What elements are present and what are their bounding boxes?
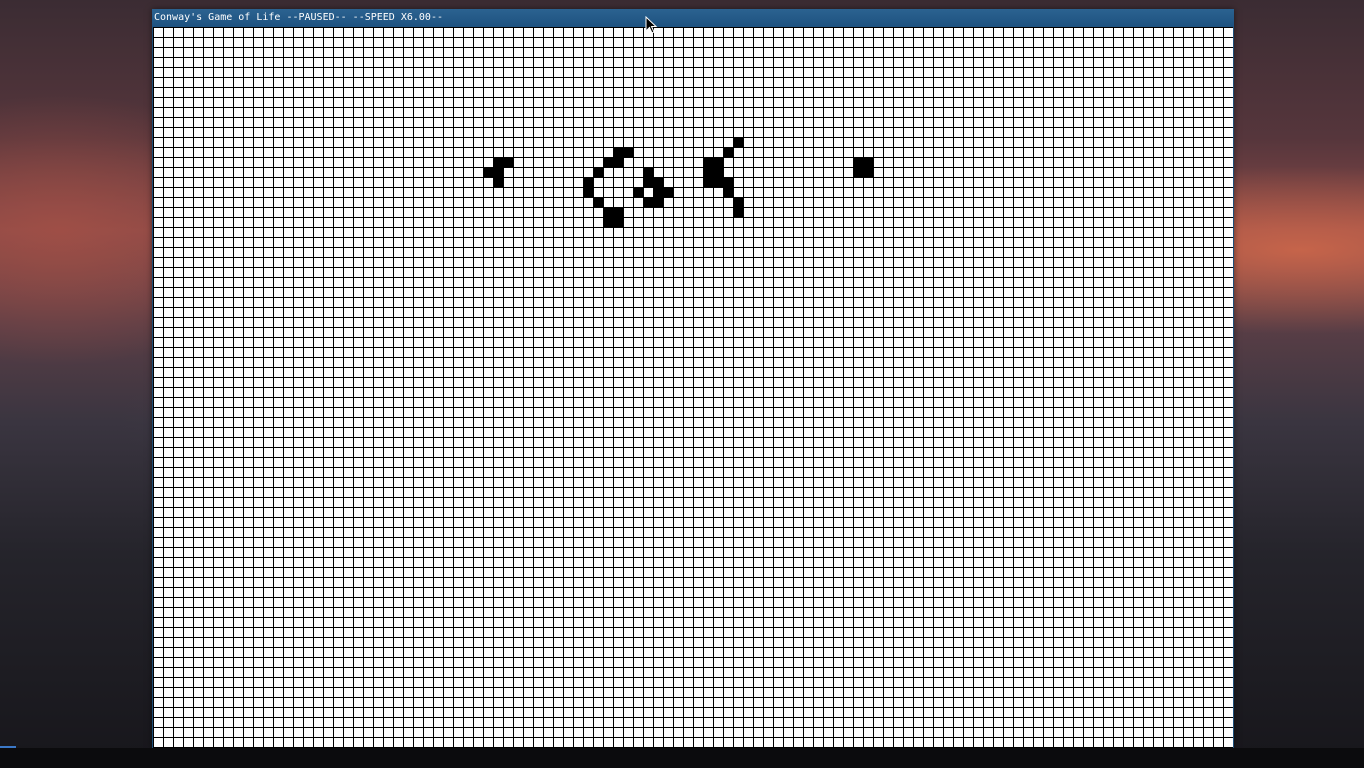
alive-cell[interactable] — [643, 177, 653, 187]
alive-cell[interactable] — [703, 167, 713, 177]
alive-cell[interactable] — [713, 177, 723, 187]
alive-cell[interactable] — [723, 187, 733, 197]
alive-cell[interactable] — [613, 157, 623, 167]
alive-cell[interactable] — [603, 207, 613, 217]
alive-cell[interactable] — [493, 157, 503, 167]
alive-cell[interactable] — [623, 147, 633, 157]
alive-cell[interactable] — [853, 167, 863, 177]
alive-cell[interactable] — [483, 167, 493, 177]
alive-cell[interactable] — [863, 157, 873, 167]
alive-cell[interactable] — [713, 167, 723, 177]
alive-cell[interactable] — [633, 187, 643, 197]
alive-cell[interactable] — [583, 177, 593, 187]
alive-cell[interactable] — [593, 167, 603, 177]
mouse-cursor-icon — [645, 16, 658, 34]
alive-cell[interactable] — [493, 177, 503, 187]
alive-cell[interactable] — [653, 187, 663, 197]
alive-cell[interactable] — [613, 147, 623, 157]
alive-cell[interactable] — [503, 157, 513, 167]
alive-cell[interactable] — [613, 207, 623, 217]
alive-cell[interactable] — [653, 177, 663, 187]
alive-cell[interactable] — [733, 207, 743, 217]
window-titlebar[interactable]: Conway's Game of Life --PAUSED-- --SPEED… — [152, 9, 1234, 27]
alive-cell[interactable] — [603, 217, 613, 227]
game-board-grid[interactable] — [153, 27, 1233, 748]
alive-cell[interactable] — [643, 167, 653, 177]
alive-cell[interactable] — [663, 187, 673, 197]
alive-cell[interactable] — [583, 187, 593, 197]
alive-cell[interactable] — [733, 137, 743, 147]
alive-cell[interactable] — [853, 157, 863, 167]
alive-cell[interactable] — [613, 217, 623, 227]
alive-cell[interactable] — [593, 197, 603, 207]
alive-cell[interactable] — [723, 147, 733, 157]
window-title: Conway's Game of Life --PAUSED-- --SPEED… — [154, 12, 443, 23]
alive-cell[interactable] — [723, 177, 733, 187]
alive-cell[interactable] — [643, 197, 653, 207]
alive-cell[interactable] — [703, 177, 713, 187]
alive-cell[interactable] — [713, 157, 723, 167]
alive-cell[interactable] — [603, 157, 613, 167]
game-window[interactable]: Conway's Game of Life --PAUSED-- --SPEED… — [152, 9, 1234, 748]
alive-cell[interactable] — [863, 167, 873, 177]
alive-cell[interactable] — [703, 157, 713, 167]
alive-cell[interactable] — [733, 197, 743, 207]
alive-cell[interactable] — [653, 197, 663, 207]
taskbar — [0, 748, 1364, 768]
alive-cell[interactable] — [493, 167, 503, 177]
